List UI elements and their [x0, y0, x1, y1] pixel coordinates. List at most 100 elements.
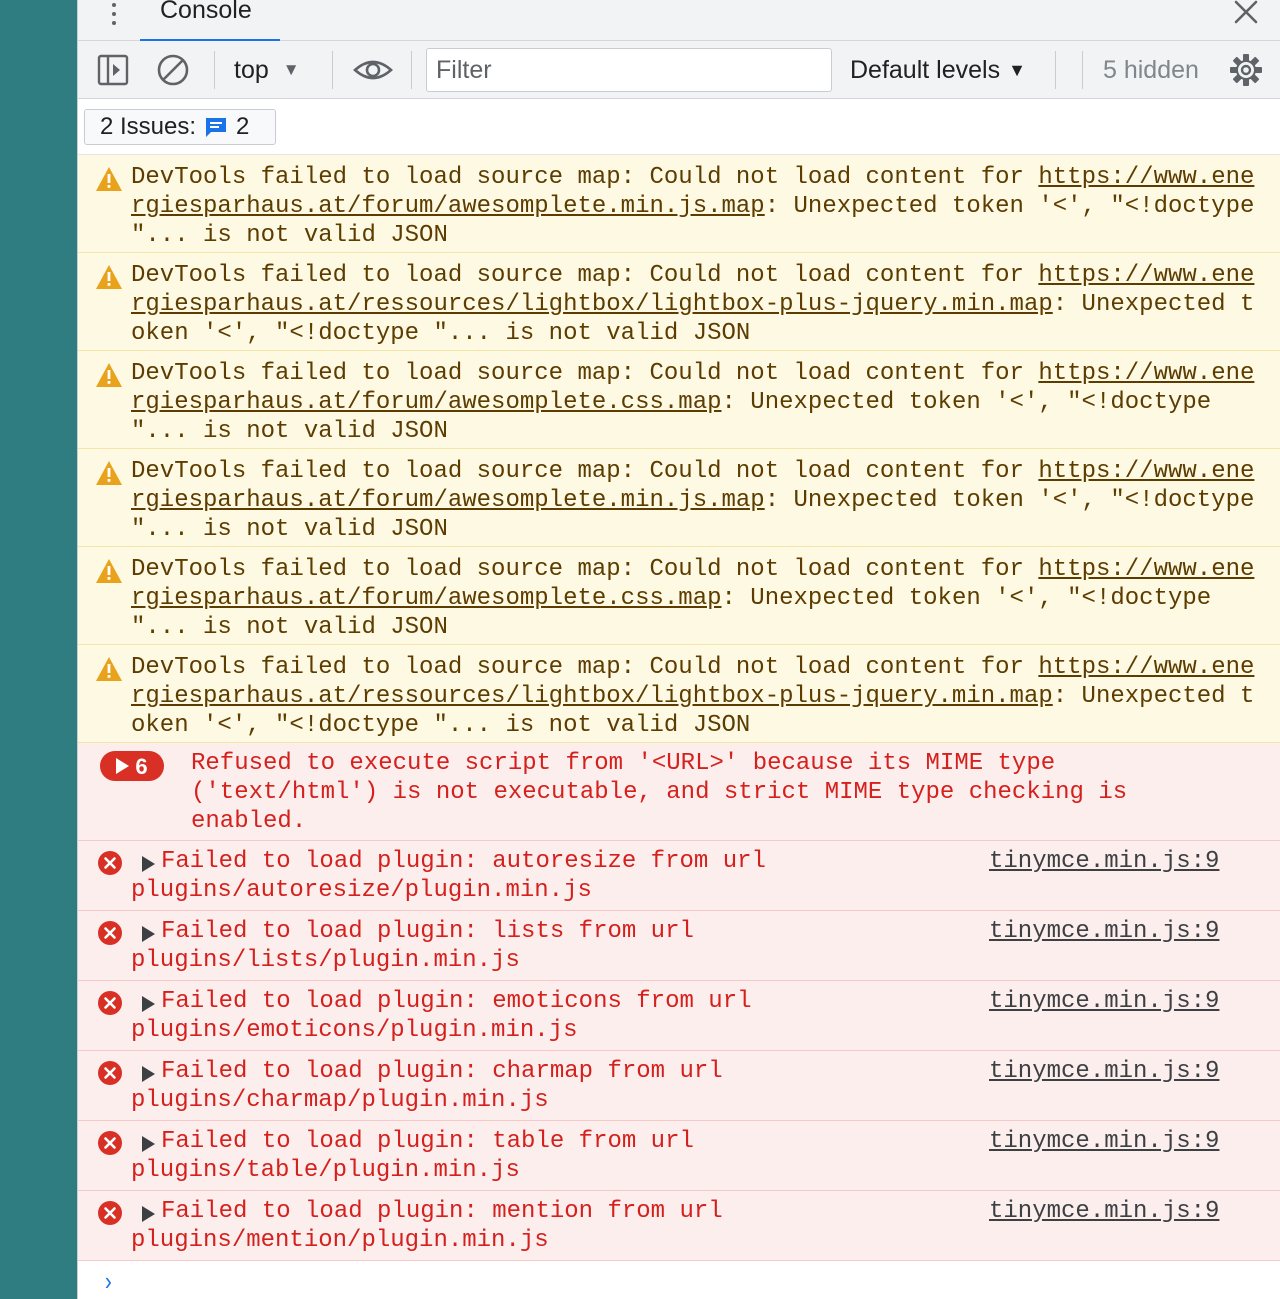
warning-icon [96, 363, 122, 387]
warning-icon [96, 559, 122, 583]
hidden-messages-count: 5 hidden [1103, 55, 1199, 84]
error-icon [98, 1061, 122, 1085]
expand-triangle-icon[interactable] [142, 856, 155, 872]
page-background-strip [0, 0, 77, 1299]
error-message: Failed to load plugin: emoticons from ur… [78, 981, 858, 1050]
error-row[interactable]: Failed to load plugin: table from url plu… [78, 1121, 1280, 1191]
warning-message: DevTools failed to load source map: Coul… [78, 645, 1280, 742]
warning-row: DevTools failed to load source map: Coul… [78, 449, 1280, 547]
sidebar-toggle-icon[interactable] [96, 53, 130, 87]
tab-console[interactable]: Console [140, 0, 280, 42]
error-group-count: 6 [135, 753, 148, 779]
filter-input[interactable] [426, 48, 832, 92]
error-line: Failed to load plugin: autoresize from u… [161, 848, 766, 875]
error-row[interactable]: Failed to load plugin: mention from url p… [78, 1191, 1280, 1261]
warning-icon [96, 167, 122, 191]
warning-message: DevTools failed to load source map: Coul… [78, 155, 1280, 252]
error-icon [98, 1201, 122, 1225]
log-levels-dropdown[interactable]: Default levels ▼ [850, 53, 1026, 87]
error-row[interactable]: Failed to load plugin: charmap from url p… [78, 1051, 1280, 1121]
warning-message: DevTools failed to load source map: Coul… [78, 547, 1280, 644]
warning-icon [96, 657, 122, 681]
console-prompt[interactable]: › [78, 1261, 1280, 1299]
warning-message: DevTools failed to load source map: Coul… [78, 253, 1280, 350]
error-icon [98, 1131, 122, 1155]
toolbar-divider [411, 51, 412, 89]
warning-text: DevTools failed to load source map: Coul… [131, 360, 1039, 387]
issues-bar: 2 Issues: 2 [78, 99, 1280, 155]
log-levels-label: Default levels [850, 55, 1001, 84]
error-group-line: enabled. [191, 808, 307, 835]
devtools-panel: Console top ▼ Default levels [77, 0, 1280, 1299]
error-icon [98, 991, 122, 1015]
warning-row: DevTools failed to load source map: Coul… [78, 351, 1280, 449]
issues-button[interactable]: 2 Issues: 2 [84, 109, 276, 145]
expand-triangle-icon[interactable] [142, 1066, 155, 1082]
error-row[interactable]: Failed to load plugin: lists from url plu… [78, 911, 1280, 981]
dropdown-caret-icon: ▼ [1008, 59, 1026, 80]
tab-console-label: Console [160, 0, 252, 24]
warning-row: DevTools failed to load source map: Coul… [78, 155, 1280, 253]
gear-icon[interactable] [1229, 53, 1263, 87]
expand-triangle-icon[interactable] [142, 1206, 155, 1222]
error-line: plugins/charmap/plugin.min.js [131, 1087, 549, 1114]
toolbar-divider [214, 51, 215, 89]
error-message: Failed to load plugin: autoresize from u… [78, 841, 858, 910]
expand-triangle-icon[interactable] [142, 1136, 155, 1152]
issues-count: 2 [236, 113, 250, 140]
source-link[interactable]: tinymce.min.js:9 [989, 1057, 1219, 1086]
issue-message-icon [206, 118, 227, 137]
toolbar-divider [1055, 51, 1056, 89]
context-selector[interactable]: top ▼ [234, 53, 300, 87]
error-line: plugins/mention/plugin.min.js [131, 1227, 549, 1254]
warning-text: DevTools failed to load source map: Coul… [131, 654, 1039, 681]
error-group-line: Refused to execute script from '<URL>' b… [191, 750, 1056, 777]
source-link[interactable]: tinymce.min.js:9 [989, 1197, 1219, 1226]
expand-triangle-icon[interactable] [142, 996, 155, 1012]
warning-text: DevTools failed to load source map: Coul… [131, 556, 1039, 583]
console-toolbar: top ▼ Default levels ▼ 5 hidden [78, 41, 1280, 99]
warning-row: DevTools failed to load source map: Coul… [78, 547, 1280, 645]
close-icon[interactable] [1231, 0, 1261, 28]
error-line: Failed to load plugin: table from url [161, 1128, 694, 1155]
kebab-menu-icon[interactable] [104, 0, 124, 28]
error-line: plugins/table/plugin.min.js [131, 1157, 520, 1184]
error-line: Failed to load plugin: lists from url [161, 918, 694, 945]
error-group-badge[interactable]: 6 [100, 751, 164, 781]
warning-text: DevTools failed to load source map: Coul… [131, 262, 1039, 289]
error-group-message: Refused to execute script from '<URL>' b… [78, 743, 1280, 840]
source-link[interactable]: tinymce.min.js:9 [989, 987, 1219, 1016]
error-row[interactable]: Failed to load plugin: emoticons from ur… [78, 981, 1280, 1051]
source-link[interactable]: tinymce.min.js:9 [989, 1127, 1219, 1156]
error-message: Failed to load plugin: table from url plu… [78, 1121, 858, 1190]
context-selector-label: top [234, 55, 269, 84]
source-link[interactable]: tinymce.min.js:9 [989, 917, 1219, 946]
eye-icon[interactable] [352, 53, 394, 87]
error-line: plugins/lists/plugin.min.js [131, 947, 520, 974]
issues-label: 2 Issues: [100, 113, 197, 140]
error-row[interactable]: Failed to load plugin: autoresize from u… [78, 841, 1280, 911]
warning-text: DevTools failed to load source map: Coul… [131, 458, 1039, 485]
warning-message: DevTools failed to load source map: Coul… [78, 449, 1280, 546]
warning-row: DevTools failed to load source map: Coul… [78, 645, 1280, 743]
error-list: Failed to load plugin: autoresize from u… [78, 841, 1280, 1261]
error-message: Failed to load plugin: mention from url p… [78, 1191, 858, 1260]
error-message: Failed to load plugin: charmap from url p… [78, 1051, 858, 1120]
prompt-chevron-icon: › [104, 1266, 112, 1296]
source-link[interactable]: tinymce.min.js:9 [989, 847, 1219, 876]
error-group-row[interactable]: 6 Refused to execute script from '<URL>'… [78, 743, 1280, 841]
error-line: plugins/emoticons/plugin.min.js [131, 1017, 578, 1044]
error-line: Failed to load plugin: mention from url [161, 1198, 723, 1225]
console-messages: DevTools failed to load source map: Coul… [78, 155, 1280, 1299]
warning-icon [96, 265, 122, 289]
toolbar-divider [1082, 51, 1083, 89]
warning-text: DevTools failed to load source map: Coul… [131, 164, 1039, 191]
expand-triangle-icon[interactable] [142, 926, 155, 942]
error-line: Failed to load plugin: emoticons from ur… [161, 988, 752, 1015]
error-message: Failed to load plugin: lists from url plu… [78, 911, 858, 980]
clear-console-icon[interactable] [156, 53, 190, 87]
warning-icon [96, 461, 122, 485]
dropdown-caret-icon: ▼ [282, 60, 300, 79]
error-group-line: ('text/html') is not executable, and str… [191, 779, 1128, 806]
tab-bar: Console [78, 0, 1280, 42]
